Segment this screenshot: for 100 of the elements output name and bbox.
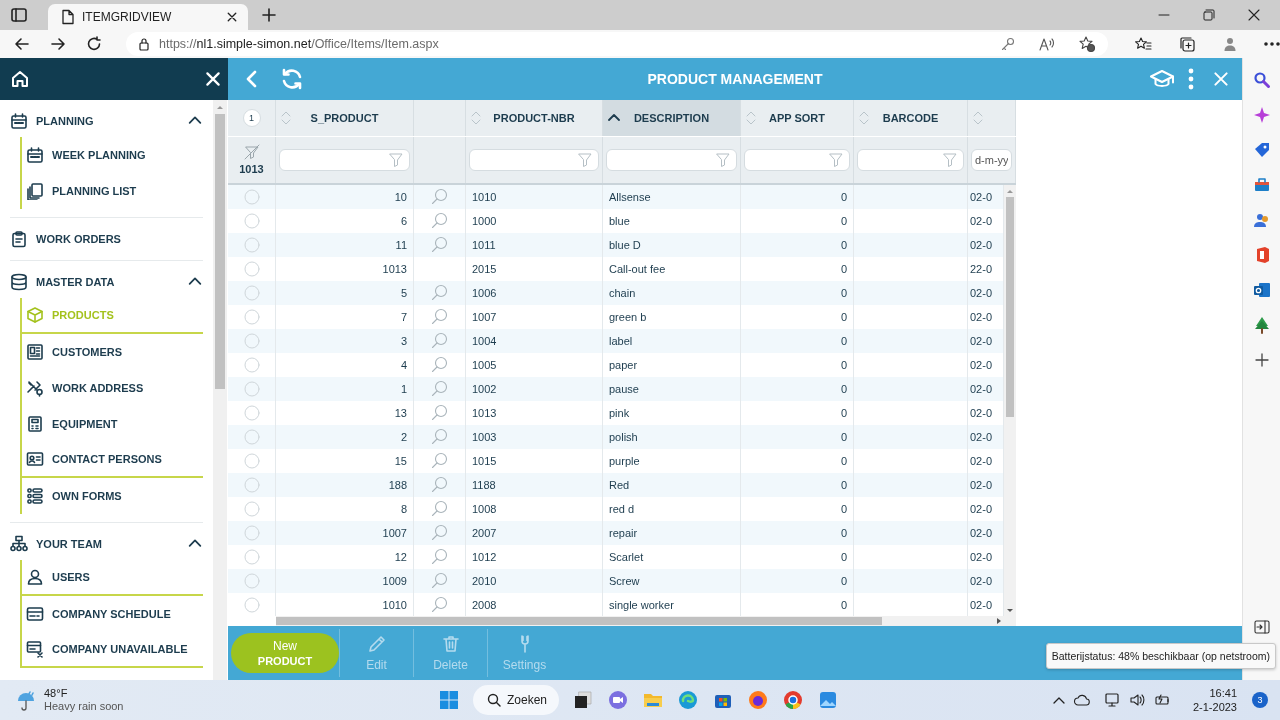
filter-field[interactable] [857,148,964,171]
radio-icon[interactable] [243,380,260,397]
sidebar-panel-icon[interactable] [1253,620,1270,634]
task-view-icon[interactable] [572,689,594,711]
radio-icon[interactable] [243,572,260,589]
scroll-right-icon[interactable] [996,617,1002,625]
radio-icon[interactable] [243,500,260,517]
menu-item[interactable]: WORK ORDERS [0,218,213,260]
volume-icon[interactable] [1128,692,1147,708]
menu-item[interactable]: OWN FORMS [22,478,203,514]
column-header[interactable]: S_PRODUCT [276,100,414,136]
table-cell: 1007 [382,526,407,539]
radio-icon[interactable] [243,308,260,325]
profile-icon[interactable] [1222,36,1238,52]
scrollbar-thumb[interactable] [1006,196,1014,417]
radio-icon[interactable] [243,404,260,421]
radio-icon[interactable] [243,332,260,349]
menu-item[interactable]: COMPANY SCHEDULE [22,596,203,632]
radio-icon[interactable] [243,548,260,565]
radio-icon[interactable] [243,596,260,613]
network-icon[interactable] [1103,692,1122,708]
scrollbar-thumb[interactable] [215,114,225,389]
tab-actions-icon[interactable] [10,7,28,23]
photos-icon[interactable] [817,689,839,711]
chat-icon[interactable] [607,689,629,711]
chrome-browser-icon[interactable] [782,689,804,711]
radio-icon[interactable] [243,284,260,301]
search-icon[interactable] [1252,71,1271,89]
radio-icon[interactable] [243,452,260,469]
menu-item[interactable]: PLANNING LIST [22,173,203,209]
menu-item[interactable]: WORK ADDRESS [22,370,203,406]
scrollbar-thumb[interactable] [276,617,882,625]
tag-icon[interactable] [1252,141,1271,159]
column-header[interactable]: APP SORT [741,100,854,136]
filter-field[interactable]: d-m-yy [971,148,1012,171]
start-icon[interactable] [438,689,460,711]
menu-item[interactable]: USERS [22,560,203,596]
notification-badge[interactable]: 3 [1252,692,1268,708]
scroll-up-icon[interactable] [1006,187,1014,194]
collections-icon[interactable] [1178,35,1196,53]
home-icon[interactable] [10,69,30,89]
filter-field[interactable] [744,148,850,171]
favorite-add-icon[interactable] [1078,35,1096,53]
close-icon[interactable] [1248,9,1260,21]
forward-icon[interactable] [50,36,66,52]
address-bar[interactable]: https://nl1.simple-simon.net/Office/Items/Item.aspx [126,32,1108,56]
radio-icon[interactable] [243,428,260,445]
clock[interactable]: 16:41 2-1-2023 [1192,686,1237,714]
favorites-icon[interactable] [1134,36,1152,52]
radio-icon[interactable] [243,236,260,253]
kebab-menu-icon[interactable] [1188,68,1194,90]
toolbox-icon[interactable] [1252,176,1271,194]
radio-icon[interactable] [243,188,260,205]
mail-icon[interactable] [1252,281,1271,299]
taskbar-search[interactable]: Zoeken [473,685,559,715]
back-icon[interactable] [14,36,30,52]
fox-browser-icon[interactable] [747,689,769,711]
radio-icon[interactable] [243,524,260,541]
column-header[interactable]: DESCRIPTION [603,100,741,136]
refresh-icon[interactable] [280,67,304,91]
tree-icon[interactable] [1252,316,1271,334]
close-icon[interactable] [204,70,222,88]
restore-icon[interactable] [1203,9,1215,21]
close-icon[interactable] [226,11,238,23]
graduation-cap-icon[interactable] [1150,69,1174,89]
read-aloud-icon[interactable] [1038,36,1056,52]
table-cell: 02-0 [970,334,993,347]
filter-field[interactable] [279,148,410,171]
radio-icon[interactable] [243,476,260,493]
more-icon[interactable] [1264,42,1280,46]
rain-umbrella-icon [16,689,36,711]
menu-item[interactable]: COMPANY UNAVAILABLE [22,632,203,668]
key-icon[interactable] [1000,36,1016,52]
browser-tab[interactable]: ITEMGRIDVIEW [48,4,248,30]
menu-item[interactable]: CUSTOMERS [22,334,203,370]
table-cell: 0 [840,262,847,275]
browser-icon[interactable] [677,689,699,711]
column-header[interactable]: BARCODE [854,100,968,136]
table-cell: blue D [609,238,641,251]
reload-icon[interactable] [86,36,102,52]
new-tab-icon[interactable] [262,8,276,22]
table-cell: 1010 [382,598,407,611]
filter-off-icon[interactable] [243,144,260,161]
filter-field[interactable] [606,148,737,171]
filter-field[interactable] [469,148,599,171]
radio-icon[interactable] [243,260,260,277]
list-icon [26,487,44,505]
scroll-up-icon[interactable] [216,104,224,110]
scroll-down-icon[interactable] [1006,608,1014,614]
table-cell: 02-0 [970,454,993,467]
menu-item[interactable]: CONTACT PERSONS [22,442,203,478]
radio-icon[interactable] [243,212,260,229]
cloud-icon[interactable] [1072,693,1091,707]
people-icon[interactable] [1252,211,1271,229]
copies-icon [26,182,44,200]
battery-icon[interactable] [1153,692,1172,708]
table-cell: 1010 [472,190,497,203]
radio-icon[interactable] [243,356,260,373]
table-cell: 0 [840,598,847,611]
menu-item[interactable]: EQUIPMENT [22,406,203,442]
